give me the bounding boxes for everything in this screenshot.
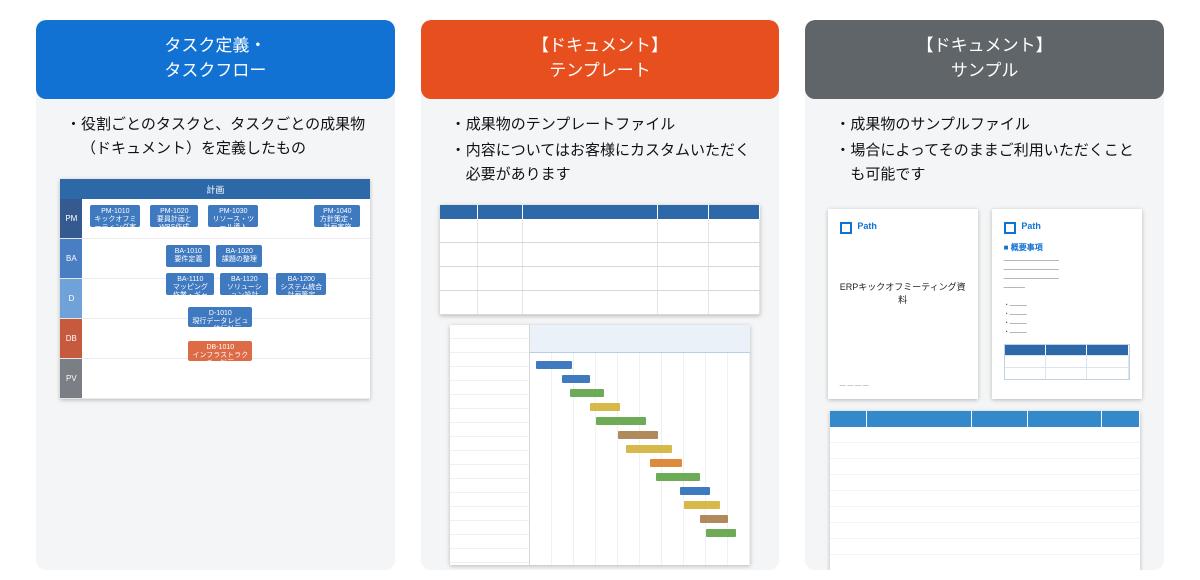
flow-title-bar: 計画 — [60, 179, 370, 199]
card-template: 【ドキュメント】 テンプレート 成果物のテンプレートファイル 内容についてはお客… — [421, 20, 780, 570]
doc-mini-table — [1004, 344, 1130, 380]
bullet-item: 場合によってそのままご利用いただくことも可能です — [835, 139, 1142, 187]
template-spreadsheet-thumb — [440, 205, 760, 315]
flow-node: PM-1030 リソース・ツール導入 — [208, 205, 258, 227]
card-task-flow: タスク定義・ タスクフロー 役割ごとのタスクと、タスクごとの成果物（ドキュメント… — [36, 20, 395, 570]
flow-node: PM-1010 キックオフミーティング実施 — [90, 205, 140, 227]
flow-node: BA-1120 ソリューション設計 — [220, 273, 268, 295]
card-header: 【ドキュメント】 テンプレート — [421, 20, 780, 99]
card-header: 【ドキュメント】 サンプル — [805, 20, 1164, 99]
lane-label: BA — [60, 239, 82, 279]
thumbnail-area: 計画 PM BA D DB PV PM-1010 キックオフミーティング実施PM… — [36, 173, 395, 399]
header-line-2: テンプレート — [549, 61, 651, 80]
flow-node: D-1010 現行データレビュー・移行計画 — [188, 307, 252, 327]
card-description: 役割ごとのタスクと、タスクごとの成果物（ドキュメント）を定義したもの — [36, 99, 395, 173]
brand-logo-icon — [840, 222, 852, 234]
header-line-1: 【ドキュメント】 — [917, 36, 1053, 55]
flow-node: BA-1020 課題の整理 — [216, 245, 262, 267]
doc-footer: — — — — — [840, 383, 869, 389]
flow-node: BA-1110 マッピング作業・ギャップ分析 — [166, 273, 214, 295]
header-line-1: 【ドキュメント】 — [532, 36, 668, 55]
flow-node: PM-1040 方針策定・計画実施 — [314, 205, 360, 227]
lane-label: PM — [60, 199, 82, 239]
lane-label: DB — [60, 319, 82, 359]
header-line-1: タスク定義・ — [164, 36, 266, 55]
flow-title-text: 計画 — [206, 183, 224, 196]
doc-title: ERPキックオフミーティング資料 — [840, 280, 966, 306]
brand-name: Path — [857, 221, 877, 231]
sample-doc-page: Path ■ 概要事項 ────────────────────────────… — [992, 209, 1142, 399]
flow-node: BA-1010 要件定義 — [166, 245, 210, 267]
thumbnail-area — [421, 199, 780, 565]
doc-body-placeholder: ────────────────────────────────────────… — [1004, 257, 1130, 338]
bullet-item: 成果物のサンプルファイル — [835, 113, 1142, 137]
bullet-item: 役割ごとのタスクと、タスクごとの成果物（ドキュメント）を定義したもの — [66, 113, 373, 161]
flow-node: PM-1020 要員計画とWBS作成 — [150, 205, 198, 227]
doc-section-heading: ■ 概要事項 — [1004, 242, 1130, 253]
card-sample: 【ドキュメント】 サンプル 成果物のサンプルファイル 場合によってそのままご利用… — [805, 20, 1164, 570]
flow-node: BA-1200 システム統合計画策定 — [276, 273, 326, 295]
flow-node: DB-1010 インフラストラクチャ計画 — [188, 341, 252, 361]
header-line-2: タスクフロー — [164, 61, 266, 80]
header-line-2: サンプル — [951, 61, 1019, 80]
brand-logo-icon — [1004, 222, 1016, 234]
swimlane-labels: PM BA D DB PV — [60, 199, 82, 399]
sample-spreadsheet-thumb — [830, 411, 1140, 570]
template-gantt-thumb — [450, 325, 750, 565]
bullet-item: 内容についてはお客様にカスタムいただく必要があります — [451, 139, 758, 187]
lane-label: D — [60, 279, 82, 319]
taskflow-diagram-thumb: 計画 PM BA D DB PV PM-1010 キックオフミーティング実施PM… — [60, 179, 370, 399]
sample-doc-cover: Path ERPキックオフミーティング資料 — — — — — [828, 209, 978, 399]
lane-label: PV — [60, 359, 82, 399]
card-description: 成果物のサンプルファイル 場合によってそのままご利用いただくことも可能です — [805, 99, 1164, 199]
card-row: タスク定義・ タスクフロー 役割ごとのタスクと、タスクごとの成果物（ドキュメント… — [0, 0, 1200, 580]
flow-canvas: PM-1010 キックオフミーティング実施 PM-1020 要員計画とWBS作成 P… — [82, 199, 370, 399]
card-header: タスク定義・ タスクフロー — [36, 20, 395, 99]
card-description: 成果物のテンプレートファイル 内容についてはお客様にカスタムいただく必要がありま… — [421, 99, 780, 199]
thumbnail-area: Path ERPキックオフミーティング資料 — — — — Path ■ 概要事… — [805, 199, 1164, 570]
sample-doc-pair: Path ERPキックオフミーティング資料 — — — — Path ■ 概要事… — [819, 205, 1150, 399]
brand-name: Path — [1021, 221, 1041, 231]
bullet-item: 成果物のテンプレートファイル — [451, 113, 758, 137]
